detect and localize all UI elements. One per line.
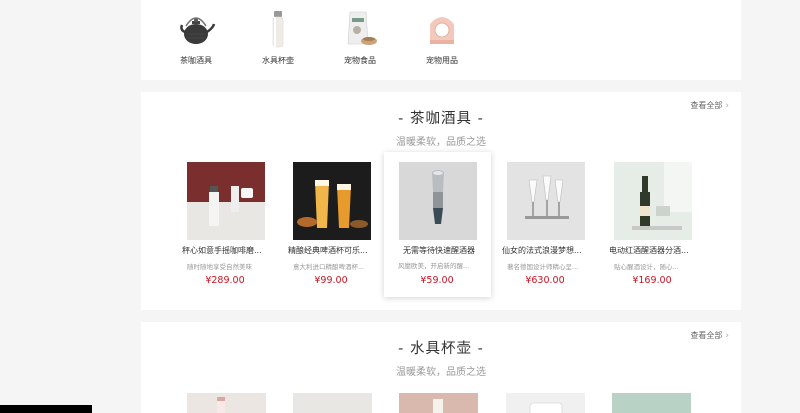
product-price: ¥59.00 (420, 275, 454, 286)
product-image[interactable] (612, 393, 691, 413)
product-name: 无需等待快速醒酒器 (403, 246, 475, 255)
section-subtitle: 温暖柔软，品质之选 (396, 137, 486, 148)
category-strip: 茶咖酒具 水具杯壶 宠物食品 宠物用品 (141, 0, 741, 80)
category-pet-food[interactable]: 宠物食品 (330, 8, 390, 72)
product-card[interactable]: 仙女的法式浪漫梦想... 著名德国设计师精心呈... ¥630.00 (502, 162, 588, 294)
view-all-label: 查看全部 (690, 331, 723, 340)
product-name: 仙女的法式浪漫梦想... (502, 246, 582, 255)
product-image (507, 162, 585, 240)
product-card[interactable]: 秤心如意手摇咖啡磨... 随时随地享受自然美味 ¥289.00 (182, 162, 268, 294)
teapot-icon (180, 17, 216, 44)
product-desc: 随时随地享受自然美味 (187, 263, 252, 271)
section-tea-coffee: - 茶咖酒具 - 温暖柔软，品质之选 查看全部 › 秤心如意手摇咖啡磨... 随时… (141, 92, 741, 310)
product-image[interactable] (399, 393, 478, 413)
product-desc: 著名德国设计师精心呈... (507, 263, 579, 271)
section-subtitle: 温暖柔软，品质之选 (396, 367, 486, 378)
product-image[interactable] (293, 393, 372, 413)
product-desc: 意大利进口精酿啤酒杯... (293, 263, 365, 271)
product-image (399, 162, 477, 240)
view-all-label: 查看全部 (690, 101, 723, 110)
category-label: 茶咖酒具 (180, 56, 212, 65)
category-water-cups[interactable]: 水具杯壶 (248, 8, 308, 72)
category-label: 水具杯壶 (262, 56, 294, 65)
category-label: 宠物食品 (344, 56, 376, 65)
product-card[interactable]: 无需等待快速醒酒器 风靡欧美，开启新的醒... ¥59.00 (384, 152, 491, 297)
product-desc: 风靡欧美，开启新的醒... (398, 262, 470, 270)
pet-carrier-icon (430, 17, 454, 44)
product-price: ¥169.00 (632, 275, 672, 286)
section-water-cups: - 水具杯壶 - 温暖柔软，品质之选 查看全部 › (141, 322, 741, 413)
product-price: ¥630.00 (525, 275, 565, 286)
product-name: 电动红酒醒酒器分酒... (609, 246, 689, 255)
category-pet-supplies[interactable]: 宠物用品 (412, 8, 472, 72)
chevron-right-icon: › (725, 331, 729, 341)
category-label: 宠物用品 (426, 56, 458, 65)
pet-food-icon (347, 11, 377, 45)
product-image (293, 162, 371, 240)
product-card[interactable]: 电动红酒醒酒器分酒... 贴心醒酒设计，随心... ¥169.00 (609, 162, 695, 294)
product-price: ¥289.00 (205, 275, 245, 286)
section-title: - 水具杯壶 - (398, 341, 484, 357)
product-image (187, 162, 265, 240)
product-image[interactable] (187, 393, 266, 413)
product-price: ¥99.00 (314, 275, 348, 286)
product-image (614, 162, 692, 240)
product-card[interactable]: 精酿经典啤酒杯可乐... 意大利进口精酿啤酒杯... ¥99.00 (288, 162, 374, 294)
category-tea-coffee[interactable]: 茶咖酒具 (166, 8, 226, 72)
view-all-link[interactable]: 查看全部 › (690, 330, 729, 341)
thermos-icon (272, 11, 284, 48)
product-name: 秤心如意手摇咖啡磨... (182, 246, 262, 255)
view-all-link[interactable]: 查看全部 › (690, 100, 729, 111)
section-title: - 茶咖酒具 - (398, 111, 484, 127)
chevron-right-icon: › (725, 101, 729, 111)
product-name: 精酿经典啤酒杯可乐... (288, 246, 368, 255)
bottom-left-bar (0, 405, 92, 413)
product-desc: 贴心醒酒设计，随心... (614, 263, 679, 271)
product-image[interactable] (506, 393, 585, 413)
